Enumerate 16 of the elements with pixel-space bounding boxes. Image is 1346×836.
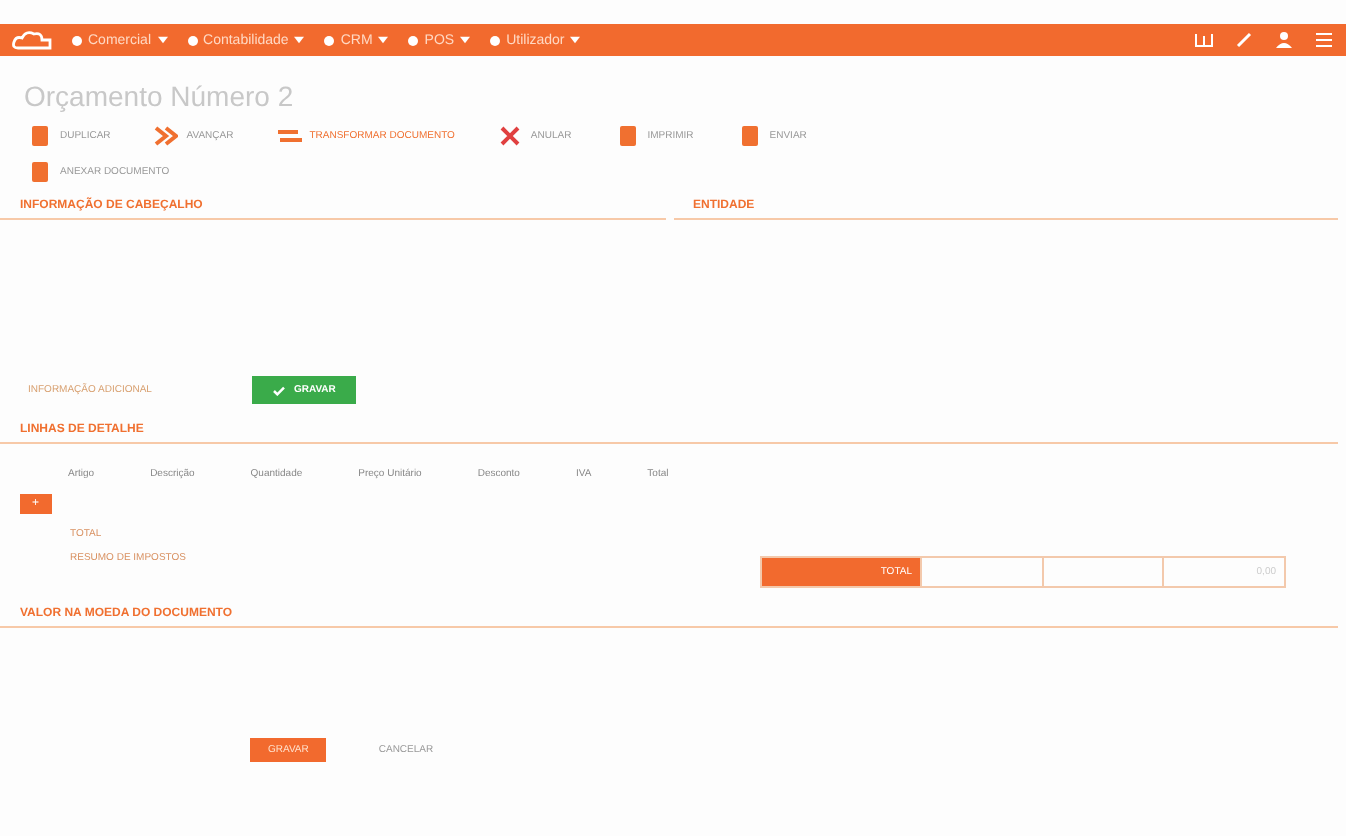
document-icon [28, 160, 52, 184]
close-icon [498, 124, 523, 148]
caret-icon [157, 36, 168, 44]
document-icon [615, 124, 640, 148]
caret-icon [570, 36, 581, 44]
caret-icon [294, 36, 305, 44]
document-icon [737, 124, 762, 148]
cloud-logo-icon [12, 30, 52, 50]
pencil-icon[interactable] [1234, 30, 1254, 50]
user-icon[interactable] [1274, 30, 1294, 50]
caret-icon [378, 36, 389, 44]
menu-icon[interactable] [1314, 30, 1334, 50]
document-icon [28, 124, 52, 148]
chevrons-icon [154, 124, 179, 148]
caret-icon [460, 36, 471, 44]
check-icon [271, 385, 286, 395]
